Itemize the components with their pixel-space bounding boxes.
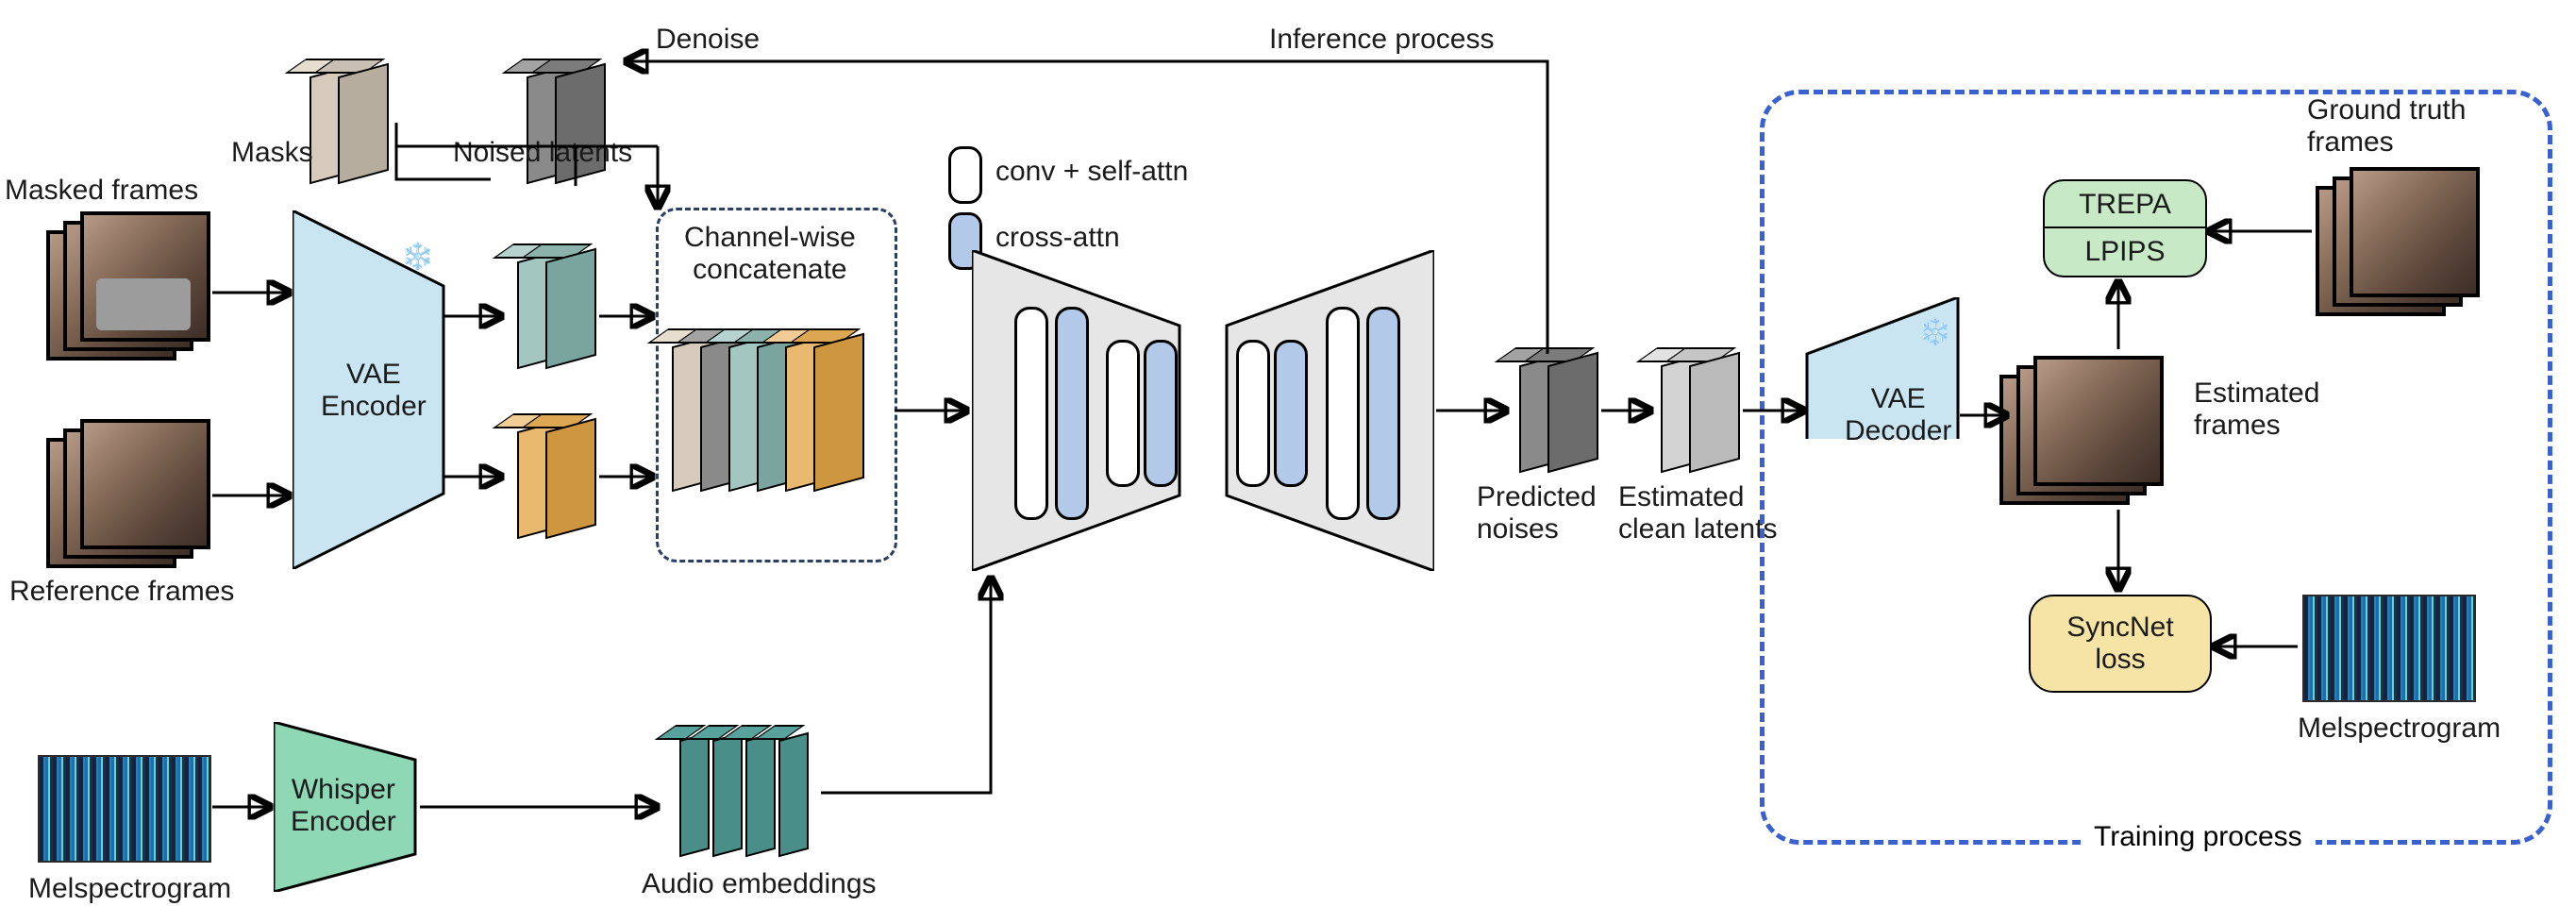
predicted-noises-label: Predicted noises bbox=[1477, 481, 1597, 545]
estimated-frames-label: Estimated frames bbox=[2194, 378, 2319, 442]
inference-process-label: Inference process bbox=[1269, 24, 1494, 56]
audio-embeddings-label: Audio embeddings bbox=[642, 868, 877, 900]
trepa-label: TREPA bbox=[2079, 189, 2171, 221]
legend-conv-icon bbox=[948, 146, 982, 204]
mel-left-label: Melspectrogram bbox=[28, 873, 231, 905]
legend-cross-label: cross-attn bbox=[995, 222, 1120, 254]
reference-frames-label: Reference frames bbox=[9, 576, 234, 608]
mel-right-label: Melspectrogram bbox=[2298, 713, 2501, 745]
syncnet-label: SyncNet loss bbox=[2066, 612, 2173, 676]
whisper-encoder-label: Whisper Encoder bbox=[291, 774, 396, 838]
estimated-clean-label: Estimated clean latents bbox=[1618, 481, 1777, 545]
architecture-diagram: Masked frames Reference frames Melspectr… bbox=[0, 0, 2576, 923]
trepa-box: TREPA bbox=[2043, 179, 2207, 230]
syncnet-box: SyncNet loss bbox=[2029, 595, 2212, 693]
channel-concat-label: Channel-wise concatenate bbox=[684, 222, 856, 286]
mel-right bbox=[2302, 595, 2476, 702]
vae-encoder-label: VAE Encoder bbox=[321, 359, 427, 423]
noised-latents-label: Noised latents bbox=[453, 137, 632, 169]
freeze-icon-vae-dec: ❄️ bbox=[1918, 316, 1951, 347]
lpips-box: LPIPS bbox=[2043, 227, 2207, 277]
lpips-label: LPIPS bbox=[2084, 236, 2165, 268]
vae-decoder-label: VAE Decoder bbox=[1845, 383, 1951, 447]
denoise-label: Denoise bbox=[656, 24, 760, 56]
masks-label: Masks bbox=[231, 137, 313, 169]
mel-left bbox=[38, 755, 211, 863]
freeze-icon-vae-enc: ❄️ bbox=[401, 241, 434, 272]
legend-conv-label: conv + self-attn bbox=[995, 156, 1188, 188]
masked-frames-label: Masked frames bbox=[5, 175, 198, 207]
training-process-label: Training process bbox=[2081, 821, 2316, 853]
ground-truth-label: Ground truth frames bbox=[2307, 94, 2466, 159]
